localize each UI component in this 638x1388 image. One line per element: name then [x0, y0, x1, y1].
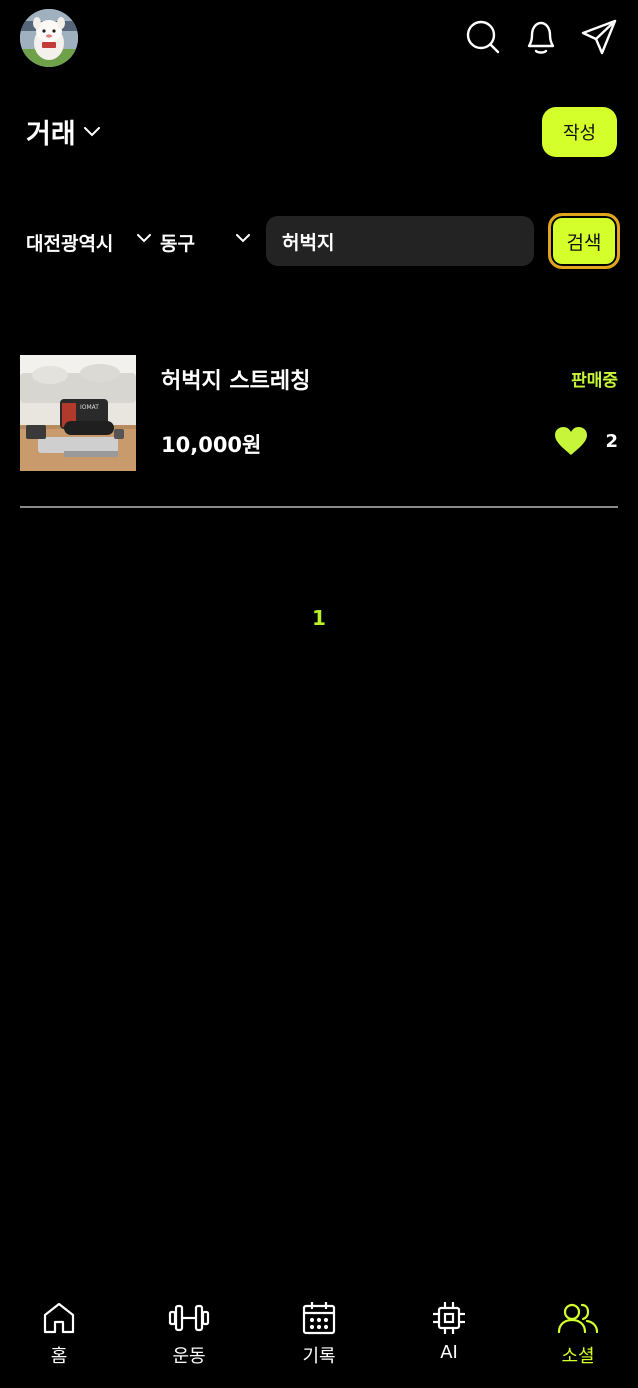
header-actions [464, 18, 618, 56]
home-icon [43, 1302, 75, 1334]
city-select[interactable]: 대전광역시 [26, 216, 151, 268]
nav-label-record: 기록 [302, 1346, 336, 1367]
district-select-value: 동구 [160, 232, 195, 255]
nav-item-social[interactable]: 소셜 [538, 1300, 618, 1368]
nav-item-home[interactable]: 홈 [19, 1300, 99, 1368]
thigh-stretcher-photo: IOMAT [20, 355, 136, 471]
write-button[interactable]: 작성 [542, 107, 617, 157]
status-badge: 판매중 [571, 371, 618, 391]
nav-item-record[interactable]: 기록 [279, 1300, 359, 1368]
bell-icon[interactable] [522, 18, 560, 56]
pagination-page-current[interactable]: 1 [309, 606, 329, 630]
chevron-down-icon [83, 126, 100, 136]
list-item[interactable]: IOMAT 허벅지 스트레칭 10,000원 판매중 2 [20, 355, 618, 471]
nav-label-home: 홈 [50, 1346, 68, 1367]
listing-title: 허벅지 스트레칭 [161, 369, 311, 394]
dumbbell-icon [168, 1304, 210, 1332]
page-title: 거래 [26, 119, 76, 150]
listing-thumbnail: IOMAT [20, 355, 136, 471]
search-input[interactable] [266, 216, 534, 266]
chip-icon [433, 1302, 465, 1334]
board-selector[interactable]: 거래 [26, 112, 100, 151]
trade-board-page: 거래 작성 대전광역시 동구 검색 [0, 0, 638, 1388]
nav-item-ai[interactable]: AI [409, 1300, 489, 1363]
chevron-down-icon [137, 234, 151, 243]
search-button[interactable]: 검색 [548, 213, 620, 269]
list-divider [20, 506, 618, 508]
thumb-brand-text: IOMAT [80, 404, 99, 411]
nav-label-social: 소셜 [561, 1346, 595, 1367]
profile-avatar[interactable] [20, 9, 78, 67]
chevron-down-icon [236, 234, 250, 243]
district-select[interactable]: 동구 [160, 216, 250, 268]
city-select-value: 대전광역시 [26, 232, 114, 255]
bottom-navigation: 홈 운동 기록 AI 소셜 [0, 1300, 638, 1370]
nav-label-ai: AI [440, 1342, 458, 1363]
heart-icon[interactable] [554, 426, 588, 456]
send-icon[interactable] [580, 18, 618, 56]
listing-price: 10,000원 [161, 433, 262, 457]
calendar-icon [302, 1302, 336, 1335]
like-count: 2 [605, 431, 618, 452]
nav-label-workout: 운동 [172, 1346, 206, 1367]
mascot-avatar-image [20, 9, 78, 67]
filter-bar: 대전광역시 동구 검색 [26, 213, 620, 269]
users-icon [557, 1303, 599, 1334]
search-icon[interactable] [464, 18, 502, 56]
nav-item-workout[interactable]: 운동 [149, 1300, 229, 1368]
